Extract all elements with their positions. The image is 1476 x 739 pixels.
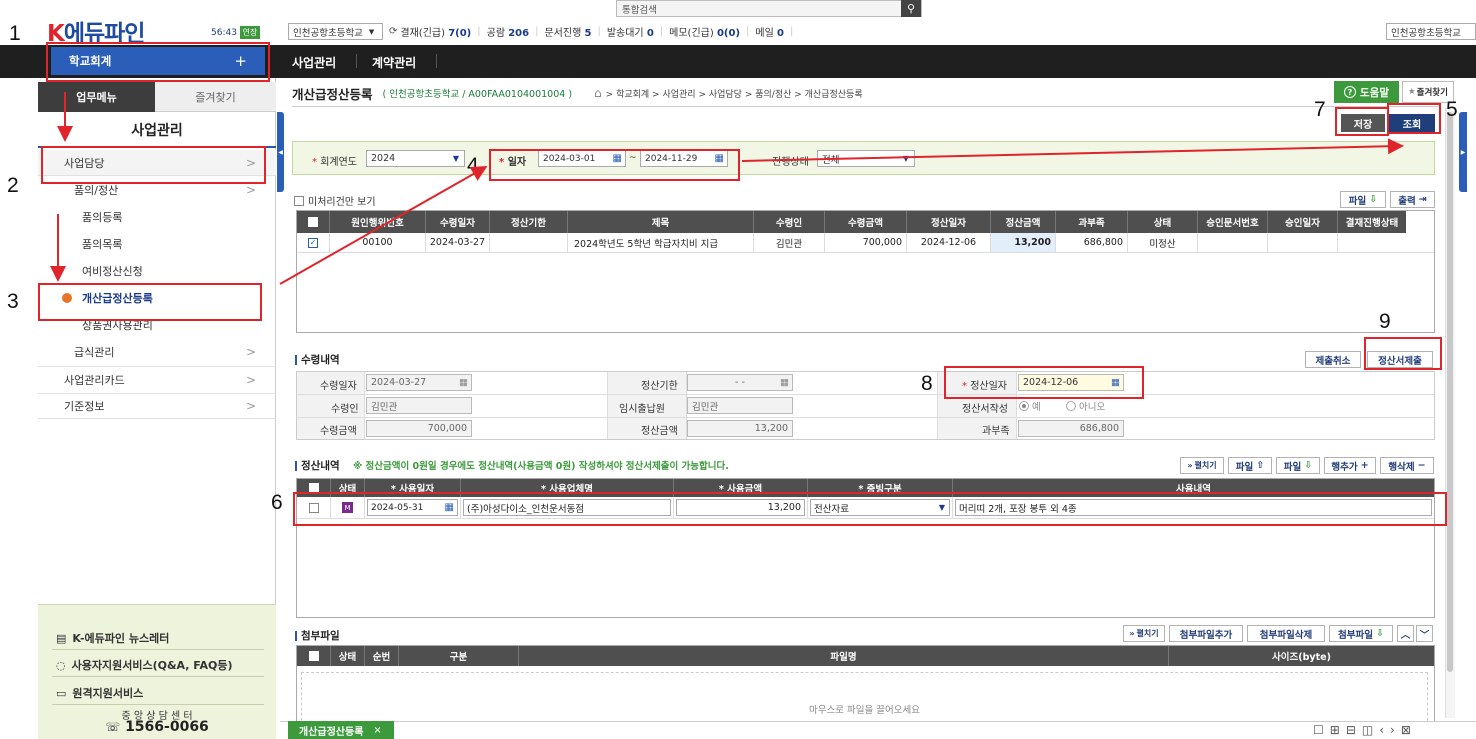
annotation-arrows — [50, 92, 1404, 285]
arrow-4-5 — [741, 138, 1404, 162]
arrow-3-4 — [279, 166, 488, 285]
